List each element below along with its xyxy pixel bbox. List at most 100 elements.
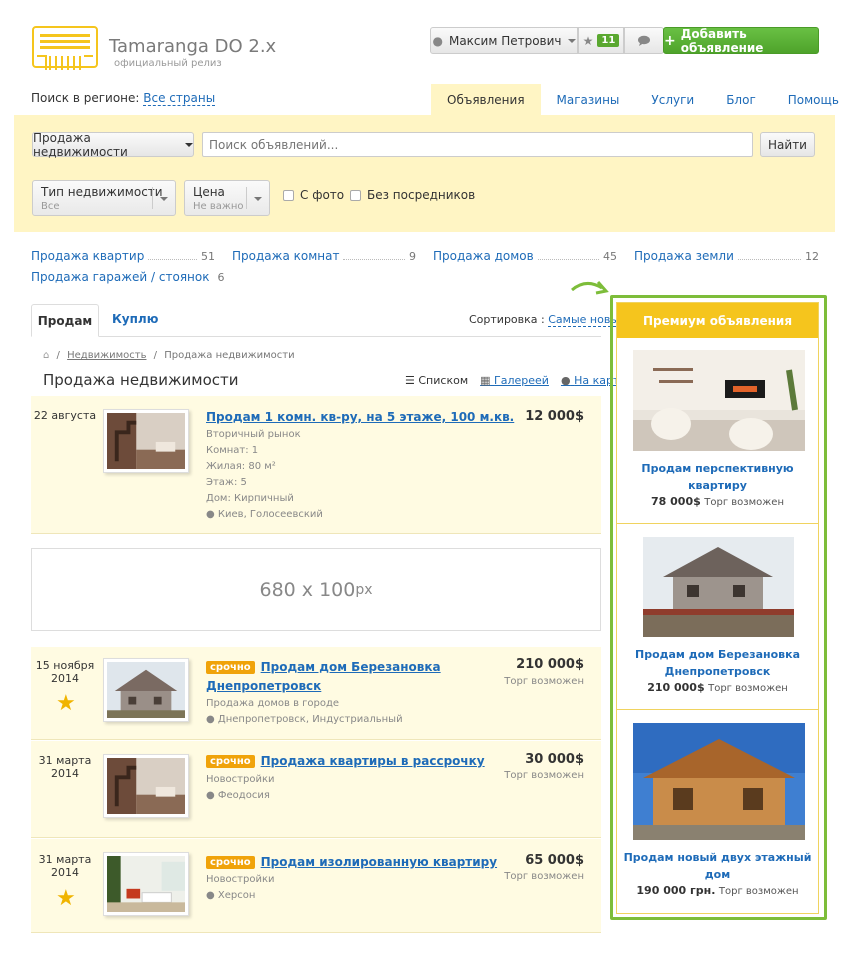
listing-location: ● Херсон — [206, 888, 274, 904]
tab-blog[interactable]: Блог — [710, 84, 772, 116]
region-link[interactable]: Все страны — [143, 91, 216, 106]
listing-thumbnail[interactable] — [103, 409, 189, 473]
listing-price: 30 000$ — [525, 752, 584, 767]
brand-name[interactable]: Tamaranga DO 2.x — [109, 36, 276, 57]
negotiable-label: Торг возможен — [504, 770, 584, 781]
category-count: 51 — [201, 250, 215, 263]
ad-banner[interactable]: 680 x 100 px — [31, 548, 601, 631]
breadcrumb-current: Продажа недвижимости — [164, 350, 295, 361]
main-nav: Объявления Магазины Услуги Блог Помощь — [431, 84, 847, 116]
banner-unit: px — [355, 581, 373, 598]
listing-title[interactable]: срочно Продам изолированную квартиру — [206, 855, 497, 869]
with-photo-checkbox[interactable] — [283, 190, 294, 201]
listing-location: ● Феодосия — [206, 788, 274, 804]
no-agents-checkbox[interactable] — [350, 190, 361, 201]
detail-line: Комнат: 1 — [206, 445, 259, 456]
tab-help[interactable]: Помощь — [772, 84, 847, 116]
search-input[interactable] — [202, 132, 753, 157]
category-name[interactable]: Продажа земли — [634, 249, 734, 263]
detail-line: Продажа домов в городе — [206, 698, 340, 709]
category-link[interactable]: Продажа земли 12 — [634, 247, 819, 263]
premium-item-title[interactable]: Продам перспективную квартиру — [617, 460, 818, 494]
listing-details: Вторичный рынок Комнат: 1 Жилая: 80 м² Э… — [206, 427, 323, 523]
breadcrumb-link[interactable]: Недвижимость — [67, 350, 146, 361]
listing-thumbnail[interactable] — [103, 852, 189, 916]
listing-details: Новостройки ● Херсон — [206, 872, 274, 904]
category-name[interactable]: Продажа гаражей / стоянок — [31, 270, 210, 284]
listing-location: ● Днепропетровск, Индустриальный — [206, 712, 403, 728]
logo-icon[interactable] — [32, 26, 98, 72]
category-name[interactable]: Продажа квартир — [31, 249, 144, 263]
filter-value: Не важно — [193, 201, 244, 212]
view-gallery-label: Галереей — [494, 374, 549, 387]
listing-item: 15 ноября 2014 ★ срочно Продам дом Березан… — [31, 647, 601, 740]
chevron-down-icon — [567, 38, 576, 43]
user-menu-button[interactable]: ● Максим Петрович — [430, 27, 578, 54]
arrow-icon — [571, 281, 609, 295]
listing-title[interactable]: срочно Продам дом Березановка — [206, 660, 441, 674]
urgent-badge: срочно — [206, 755, 255, 768]
user-icon: ● — [432, 33, 443, 48]
home-icon[interactable]: ⌂ — [43, 350, 49, 361]
premium-image[interactable] — [633, 723, 805, 840]
category-name[interactable]: Продажа комнат — [232, 249, 339, 263]
view-switcher: ☰ Списком ▦ Галереей ● На карте — [405, 374, 626, 387]
listing-title[interactable]: срочно Продажа квартиры в рассрочку — [206, 754, 485, 768]
negotiable-label: Торг возможен — [504, 871, 584, 882]
with-photo-label[interactable]: С фото — [300, 188, 344, 202]
star-icon[interactable]: ★ — [56, 886, 76, 911]
chevron-down-icon — [185, 142, 193, 147]
negotiable-label: Торг возможен — [504, 676, 584, 687]
star-icon[interactable]: ★ — [56, 691, 76, 716]
price-filter[interactable]: Цена Не важно — [184, 180, 270, 216]
category-link[interactable]: Продажа гаражей / стоянок 6 — [31, 268, 225, 284]
region-selector: Поиск в регионе: Все страны — [31, 91, 216, 106]
add-listing-label: Добавить объявление — [680, 26, 764, 55]
breadcrumb: ⌂ / Недвижимость / Продажа недвижимости — [43, 350, 295, 361]
category-select[interactable]: Продажа недвижимости — [32, 131, 194, 159]
view-list[interactable]: ☰ Списком — [405, 374, 468, 387]
tab-shops[interactable]: Магазины — [541, 84, 636, 116]
premium-item-title[interactable]: Продам дом Березановка Днепропетровск — [617, 646, 818, 680]
favorites-count: 11 — [597, 34, 620, 47]
category-name[interactable]: Продажа домов — [433, 249, 534, 263]
category-link[interactable]: Продажа домов 45 — [433, 247, 617, 263]
brand-subtitle: официальный релиз — [114, 58, 222, 69]
category-count: 6 — [217, 271, 225, 284]
listing-price: 210 000$ — [516, 657, 584, 672]
tab-buy[interactable]: Куплю — [112, 312, 158, 326]
filter-title: Цена — [193, 185, 225, 199]
search-button[interactable]: Найти — [760, 132, 815, 157]
tab-listings[interactable]: Объявления — [431, 84, 541, 116]
listing-item: 31 марта 2014 ★ срочно Продам изолированну… — [31, 839, 601, 933]
messages-button[interactable] — [624, 27, 664, 54]
category-link[interactable]: Продажа квартир 51 — [31, 247, 215, 263]
listing-price: 65 000$ — [525, 853, 584, 868]
listing-thumbnail[interactable] — [103, 754, 189, 818]
no-agents-label[interactable]: Без посредников — [367, 188, 475, 202]
add-listing-button[interactable]: + Добавить объявление — [663, 26, 819, 55]
listing-thumbnail[interactable] — [103, 658, 189, 722]
premium-item-title[interactable]: Продам новый двух этажный дом — [617, 849, 818, 883]
property-type-filter[interactable]: Тип недвижимости Все — [32, 180, 176, 216]
tab-sell[interactable]: Продам — [31, 304, 99, 337]
category-count: 45 — [603, 250, 617, 263]
premium-image[interactable] — [633, 350, 805, 451]
listing-title[interactable]: Продам 1 комн. кв-ру, на 5 этаже, 100 м.… — [206, 410, 514, 424]
listing-title-line2[interactable]: Днепропетровск — [206, 679, 321, 693]
category-link[interactable]: Продажа комнат 9 — [232, 247, 416, 263]
premium-item-price: 210 000$ Торг возможен — [647, 681, 788, 694]
premium-image[interactable] — [643, 537, 794, 637]
listing-details: Новостройки ● Феодосия — [206, 772, 274, 804]
tab-services[interactable]: Услуги — [635, 84, 710, 116]
chat-bubble-icon — [638, 35, 650, 46]
location-text: Киев, Голосеевский — [217, 509, 323, 520]
listing-date: 22 августа — [33, 409, 97, 422]
view-list-label: Списком — [418, 374, 469, 387]
listing-item: 22 августа Продам 1 комн. кв-ру, на 5 эт… — [31, 396, 601, 534]
favorites-button[interactable]: ★ 11 — [578, 27, 624, 54]
grid-icon: ▦ — [480, 374, 491, 387]
category-count: 9 — [409, 250, 416, 263]
urgent-badge: срочно — [206, 856, 255, 869]
view-gallery[interactable]: ▦ Галереей — [480, 374, 549, 387]
